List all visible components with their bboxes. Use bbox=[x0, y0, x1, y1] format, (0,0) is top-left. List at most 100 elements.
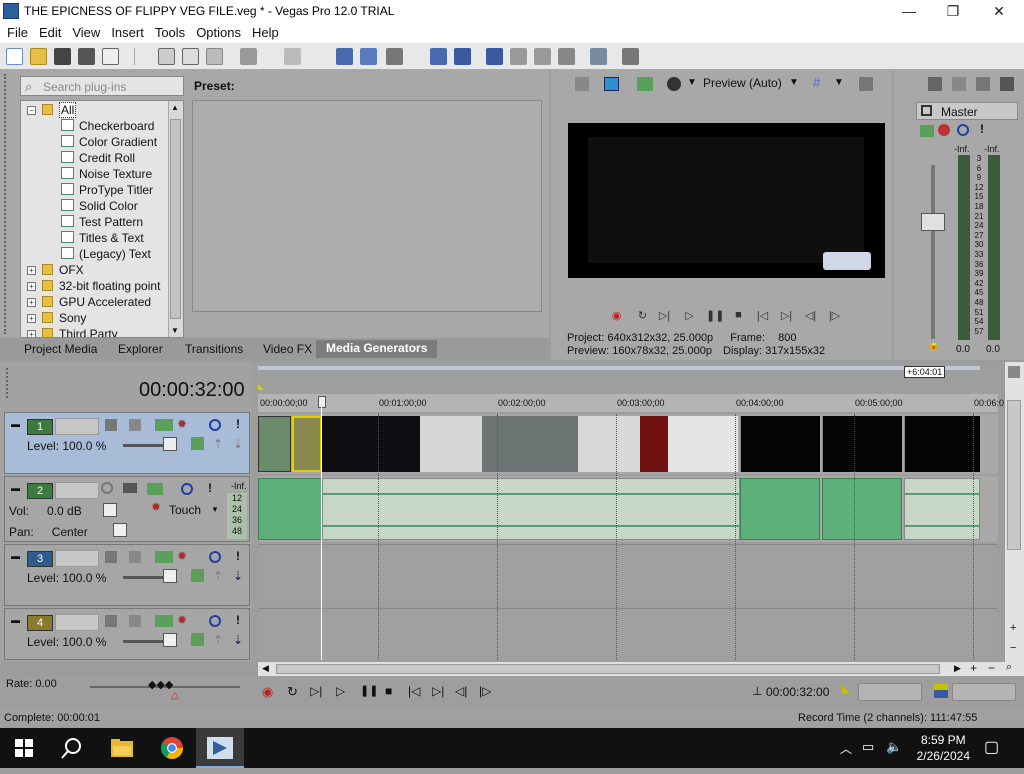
selection-length-field[interactable] bbox=[952, 683, 1016, 701]
notifications-icon[interactable]: ▢ bbox=[984, 737, 999, 757]
expand-icon[interactable]: + bbox=[27, 266, 36, 275]
make-compositing-parent-icon[interactable]: ⇡ bbox=[213, 437, 223, 451]
solo-icon[interactable]: ! bbox=[208, 481, 212, 495]
loop-region-marker[interactable] bbox=[258, 384, 264, 390]
marker-bar[interactable] bbox=[258, 366, 980, 370]
automation-settings-icon[interactable]: ✹ bbox=[177, 549, 187, 563]
rate-reset-icon[interactable]: △ bbox=[171, 690, 179, 701]
audio-clip[interactable] bbox=[322, 478, 740, 540]
whats-this-help-icon[interactable] bbox=[622, 48, 639, 65]
pause-button[interactable]: ❚❚ bbox=[360, 684, 378, 697]
master-automation-icon[interactable] bbox=[938, 124, 950, 136]
mute-icon[interactable] bbox=[209, 419, 221, 431]
track-header-1[interactable]: ▬ 1 ✹ ! Level: 100.0 % ⇡ ⇣ bbox=[4, 412, 250, 474]
timeline-horizontal-scrollbar[interactable]: ◀ ▶ + − ⌕ bbox=[258, 661, 1024, 676]
go-to-start-icon[interactable]: |◁ bbox=[755, 309, 770, 322]
audio-clip[interactable] bbox=[740, 478, 820, 540]
expand-icon[interactable]: + bbox=[27, 282, 36, 291]
tab-media-generators[interactable]: Media Generators bbox=[316, 340, 438, 358]
volume-muted-icon[interactable]: 🔈 bbox=[886, 739, 902, 755]
timeline-vertical-scrollbar[interactable]: + − bbox=[1004, 362, 1024, 662]
audio-clip[interactable] bbox=[904, 478, 980, 540]
preview-properties-icon[interactable] bbox=[575, 77, 589, 91]
play-from-start-button[interactable]: ▷| bbox=[310, 684, 322, 698]
external-monitor-icon[interactable] bbox=[604, 77, 619, 91]
menu-edit[interactable]: Edit bbox=[32, 23, 65, 40]
menu-view[interactable]: View bbox=[65, 23, 104, 40]
move-down-icon[interactable]: ⇣ bbox=[233, 437, 243, 451]
cut-icon[interactable] bbox=[158, 48, 175, 65]
make-compositing-child-icon[interactable] bbox=[191, 437, 204, 450]
go-to-end-icon[interactable]: ▷| bbox=[779, 309, 794, 322]
master-solo-icon[interactable]: ! bbox=[980, 122, 984, 136]
tree-scroll-thumb[interactable] bbox=[170, 119, 181, 319]
track-header-2[interactable]: ▬ 2 ! Vol: 0.0 dB ✹ Touch ▼ Pan: Center -I… bbox=[4, 476, 250, 542]
track-fx-icon[interactable] bbox=[155, 419, 173, 431]
video-clip[interactable] bbox=[420, 416, 482, 472]
tab-explorer[interactable]: Explorer bbox=[118, 342, 163, 356]
tree-item-checkerboard[interactable]: Checkerboard bbox=[61, 119, 154, 133]
playhead-cursor[interactable] bbox=[321, 406, 322, 660]
automation-settings-icon[interactable]: ✹ bbox=[177, 613, 187, 627]
track-motion-icon[interactable] bbox=[105, 551, 117, 563]
video-clip[interactable] bbox=[740, 416, 820, 472]
auto-ripple-icon[interactable] bbox=[430, 48, 447, 65]
redo-icon[interactable] bbox=[284, 48, 301, 65]
render-icon[interactable] bbox=[590, 48, 607, 65]
make-compositing-child-icon[interactable] bbox=[191, 633, 204, 646]
invert-phase-icon[interactable] bbox=[123, 483, 137, 493]
automation-settings-icon[interactable]: ✹ bbox=[177, 417, 187, 431]
expand-icon[interactable]: + bbox=[27, 314, 36, 323]
auto-crossfade-icon[interactable] bbox=[510, 48, 527, 65]
track-fx-icon[interactable] bbox=[155, 551, 173, 563]
play-button[interactable]: ▷ bbox=[336, 684, 345, 698]
make-compositing-parent-icon[interactable]: ⇡ bbox=[213, 633, 223, 647]
chrome-icon[interactable] bbox=[148, 728, 196, 768]
tree-item-legacy-text[interactable]: (Legacy) Text bbox=[61, 247, 151, 261]
selection-start-field[interactable] bbox=[858, 683, 922, 701]
composite-mode-icon[interactable] bbox=[129, 615, 141, 627]
tree-folder-sony[interactable]: + Sony bbox=[27, 311, 86, 325]
automation-mode-arrow-icon[interactable]: ▼ bbox=[211, 505, 219, 514]
tree-item-protype-titler[interactable]: ProType Titler bbox=[61, 183, 153, 197]
track-name-field[interactable] bbox=[55, 550, 99, 567]
automation-settings-icon[interactable]: ✹ bbox=[151, 500, 161, 514]
search-plugins-input[interactable]: Search plug-ins bbox=[20, 76, 184, 96]
track-collapse-icon[interactable]: ▬ bbox=[11, 483, 20, 493]
file-explorer-icon[interactable] bbox=[98, 728, 146, 768]
video-clip[interactable] bbox=[640, 416, 668, 472]
region-icon[interactable] bbox=[558, 48, 575, 65]
zoom-in-vertical-icon[interactable]: + bbox=[1010, 622, 1016, 634]
undo-icon[interactable] bbox=[240, 48, 257, 65]
go-to-end-button[interactable]: ▷| bbox=[432, 684, 444, 698]
new-icon[interactable] bbox=[6, 48, 23, 65]
insert-fx-icon[interactable] bbox=[976, 77, 990, 91]
horizontal-scroll-thumb[interactable] bbox=[276, 664, 940, 674]
save-as-icon[interactable] bbox=[78, 48, 95, 65]
tracklist-gripper[interactable] bbox=[6, 368, 10, 398]
video-clip[interactable] bbox=[322, 416, 420, 472]
volume-slider-thumb[interactable] bbox=[103, 503, 117, 517]
track-name-field[interactable] bbox=[55, 482, 99, 499]
stop-button[interactable]: ■ bbox=[385, 684, 392, 698]
tab-transitions[interactable]: Transitions bbox=[185, 342, 243, 356]
close-button[interactable]: ✕ bbox=[976, 0, 1022, 23]
scroll-up-icon[interactable]: ▲ bbox=[171, 103, 179, 112]
scroll-right-icon[interactable]: ▶ bbox=[954, 663, 961, 674]
selection-tool-icon[interactable] bbox=[386, 48, 403, 65]
overlays-icon[interactable]: # bbox=[813, 75, 820, 90]
track-collapse-icon[interactable]: ▬ bbox=[11, 615, 20, 625]
track-header-4[interactable]: ▬ 4 ✹ ! Level: 100.0 % ⇡ ⇣ bbox=[4, 608, 250, 660]
mixer-options-icon[interactable] bbox=[1000, 77, 1014, 91]
track-motion-icon[interactable] bbox=[105, 615, 117, 627]
split-screen-icon[interactable] bbox=[667, 77, 681, 91]
track-header-3[interactable]: ▬ 3 ✹ ! Level: 100.0 % ⇡ ⇣ bbox=[4, 544, 250, 606]
play-icon[interactable]: ▷ bbox=[682, 309, 697, 322]
video-clip[interactable] bbox=[668, 416, 738, 472]
tree-folder-gpu[interactable]: + GPU Accelerated bbox=[27, 295, 151, 309]
audio-clip[interactable] bbox=[258, 478, 322, 540]
master-fader-handle[interactable] bbox=[921, 213, 945, 231]
panel-gripper[interactable] bbox=[4, 74, 14, 334]
track-name-field[interactable] bbox=[55, 614, 99, 631]
zoom-in-horizontal-icon[interactable]: + bbox=[970, 661, 977, 675]
